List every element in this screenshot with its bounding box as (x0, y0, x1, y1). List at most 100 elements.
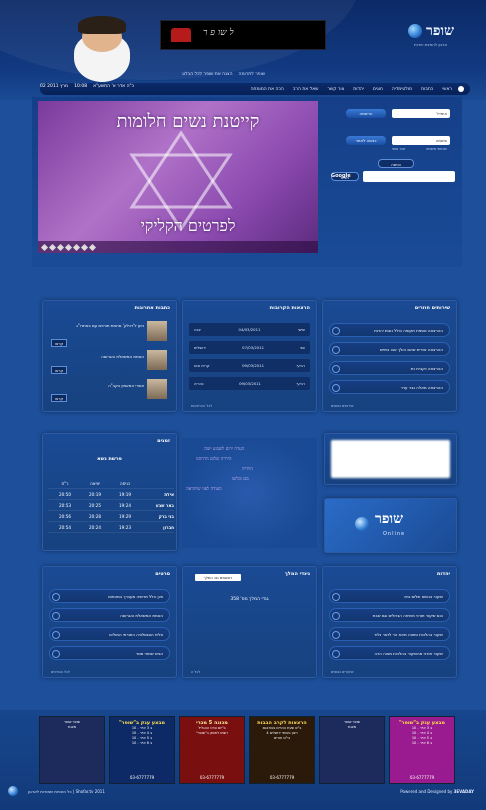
list-item-label: כנס שיעור תורני משיחה הגדולים וגם שבת (372, 612, 443, 618)
nav-item-expert[interactable]: הכה את המומחה (251, 87, 284, 92)
table-row[interactable]: שישי 04/03/2011 יבנה (189, 323, 310, 336)
read-button[interactable]: קראו (51, 366, 67, 374)
time-cell: 19:23 (118, 524, 132, 530)
home-dot-icon (458, 86, 464, 92)
slide-dot[interactable] (64, 243, 73, 251)
list-item[interactable]: האמת המשאלת והגרוסה (49, 608, 170, 622)
slide-dot[interactable] (56, 243, 65, 251)
list-item[interactable]: שיעור בנושא שלום בית (329, 589, 450, 603)
list-item[interactable]: שיעור בהלכות ומצוה מאת הר לזאר נלוד (329, 627, 450, 641)
article-title[interactable]: אשרי המאמין בקב"ה (69, 383, 144, 388)
footer-logo-icon[interactable] (8, 786, 18, 796)
nav-item-multimedia[interactable]: מולטימדיה (392, 87, 412, 92)
article-thumbnail[interactable] (147, 321, 167, 341)
remember-me[interactable]: זכור אותי (392, 147, 405, 151)
blank-banner[interactable] (331, 440, 450, 478)
city-cell: אילת (164, 491, 174, 497)
hero-slideshow[interactable]: קייטנת נשים חלומות לפרטים הקליקי (38, 101, 318, 253)
article-thumbnail[interactable] (147, 379, 167, 399)
lecture-city: קרית אונו (194, 363, 210, 368)
online-name: שופר (375, 511, 403, 527)
footer-credit[interactable]: Powered and Designed by 3EVADAY (400, 789, 474, 794)
list-item-label: ההרצאה אזרית שהם הולך אבו בתיים (379, 346, 443, 352)
time-display: 10:08 (74, 84, 88, 89)
slide-dot[interactable] (72, 243, 81, 251)
more-link[interactable]: שיעורים נוספים (331, 670, 354, 674)
chevron-icon (52, 650, 60, 658)
site-logo[interactable]: שופר ארגון להפצת יהדות (408, 20, 468, 50)
slide-dot[interactable] (48, 243, 57, 251)
nav-item-ask-rabbi[interactable]: שאל את הרב (293, 87, 319, 92)
portrait-hair (78, 16, 126, 34)
footer-ad-banner[interactable]: מבצע ענק ב"שופר" ב 3 אייר - 10 ב 4 אייר - … (109, 716, 175, 784)
list-item[interactable]: ציון הלל מרשיה מעברך במטחום (49, 589, 170, 603)
password-field[interactable]: סיסמה (392, 136, 450, 145)
time-cell: 20:53 (58, 502, 72, 508)
slide-dot[interactable] (40, 243, 49, 251)
ticker-line: הוידיה (242, 467, 253, 472)
footer-ad-banner[interactable]: הרצאות לקרב הבבות ב"ש שעת ההרים גשורבגם רצ… (249, 716, 315, 784)
footer-ad-banner[interactable]: שופר שופר מצגת (39, 716, 105, 784)
city-cell: חברון (163, 524, 174, 530)
date-gregorian: 02 מרץ 2011 (40, 84, 69, 89)
table-row: באר שבע 19:24 20:25 20:53 (48, 500, 174, 511)
hero-subtitle[interactable]: לפרטים הקליקי (88, 216, 288, 236)
table-row[interactable]: שני 07/03/2011 ירושלים (189, 341, 310, 354)
ad-line: מצגת (67, 725, 77, 729)
siddur-select[interactable]: ראשתם גננ המלך (195, 574, 241, 581)
more-link[interactable]: לכל ההרצאות (191, 404, 212, 408)
lecture-city: יבנה (194, 327, 202, 332)
footer-ad-banner[interactable]: מכונה 5 מכרי ב"יום סרט ההגליל רשמו לתשק ב"… (179, 716, 245, 784)
nav-item-judaism[interactable]: יהדות (353, 87, 364, 92)
date-bar: 02 מרץ 2011 10:08 כ"ה אדר א' התשע"א (40, 84, 134, 89)
nav-item-articles[interactable]: כתבות (421, 87, 433, 92)
article-title[interactable]: האמת המשאלת והגרוסה (69, 354, 144, 359)
article-title[interactable]: ניוע ל'דכלק' מחמת תורנים עם באתרו"ג (69, 323, 144, 328)
ad-line: ב 6 אייר - 10 (131, 741, 153, 745)
footer-ad-banner[interactable]: שופר שופר מצגת (319, 716, 385, 784)
table-row[interactable]: רביעי 09/03/2011 נהריה (189, 377, 310, 390)
read-button[interactable]: קראו (51, 339, 67, 347)
search-input[interactable] (363, 171, 455, 182)
list-item-label: ההרצאה נקבית נת (410, 365, 443, 371)
slideshow-thumbs (38, 241, 318, 253)
shofar-online-panel[interactable]: שופר Online (324, 498, 457, 553)
top-link-donate[interactable]: שופר לתרומה (239, 72, 265, 77)
more-link[interactable]: לכל ה (191, 670, 200, 674)
list-item[interactable]: ההרצאה נוספת תקופה כולל נוגות יהדות (329, 323, 450, 337)
article-thumbnail[interactable] (147, 350, 167, 370)
list-item[interactable]: ההרצאה נקבית נת (329, 361, 450, 375)
email-field[interactable]: אימייל (392, 109, 450, 118)
table-row[interactable]: רביעי 09/03/2011 קרית אונו (189, 359, 310, 372)
list-item[interactable]: ההרצאה מאלה גבר עדר (329, 380, 450, 394)
top-link-blog[interactable]: הצגה את שופר לכל הבלוג (182, 72, 233, 77)
list-item[interactable]: כנס שיעור תורני משיחה הגדולים וגם שבת (329, 608, 450, 622)
login-submit-button[interactable]: כניסה (378, 159, 414, 168)
list-item[interactable]: צליח הסנסלוויה התורתי המולאו (49, 627, 170, 641)
register-button[interactable]: הרשמה (346, 109, 386, 118)
col-header: יציאה (90, 480, 100, 486)
list-item-label: האמת המשאלת והגרוסה (120, 612, 163, 618)
enter-site-button[interactable]: כניסה לאתר (346, 136, 386, 145)
rabbi-portrait (62, 12, 150, 82)
list-item[interactable]: ההרצאה אזרית שהם הולך אבו בתיים (329, 342, 450, 356)
list-item-label: הגיש שמחי מסר (135, 650, 163, 656)
list-item[interactable]: שיעור תורני מהשיעור בהלכות מצוה הרב (329, 646, 450, 660)
read-button[interactable]: קראו (51, 394, 67, 402)
slide-dot[interactable] (80, 243, 89, 251)
online-globe-icon (355, 517, 369, 531)
more-link[interactable]: לכל הסרטים (51, 670, 70, 674)
site-header: שופר ארגון להפצת יהדות ל שו פ ר שופר לתר… (0, 0, 486, 100)
header-banner-ad[interactable]: ל שו פ ר (160, 20, 326, 50)
ticker-area: הערה ירום לשבוע יומה היררה שלום הדהחנו ה… (182, 438, 317, 548)
slide-dot[interactable] (88, 243, 97, 251)
nav-item-contact[interactable]: צור קשר (327, 87, 344, 92)
ticker-line: מם וכלשו (232, 477, 249, 482)
nav-item-home[interactable]: ראשי (442, 87, 452, 92)
list-item-label: שיעור בנושא שלום בית (404, 593, 443, 599)
footer-ad-banner[interactable]: מבצע ענק ב"שופר" ב 3 אייר - 10 ב 4 אייר - … (389, 716, 455, 784)
list-item[interactable]: הגיש שמחי מסר (49, 646, 170, 660)
nav-item-circles[interactable]: חוגים (373, 87, 383, 92)
forgot-password[interactable]: שכחתי סיסמה (426, 147, 447, 151)
more-link[interactable]: שירותים נוספים (331, 404, 354, 408)
